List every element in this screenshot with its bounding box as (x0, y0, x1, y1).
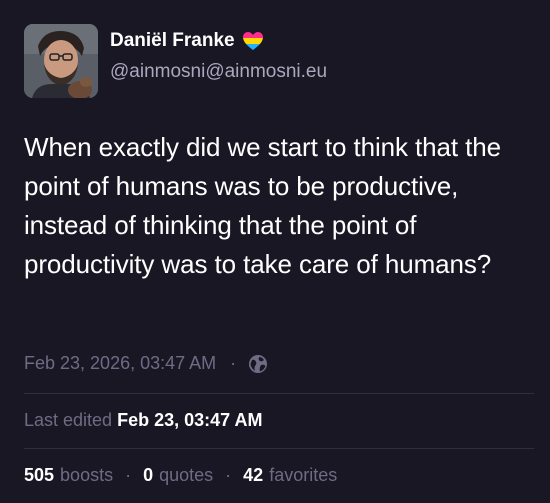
favorites-label: favorites (269, 465, 338, 485)
display-name-text: Daniël Franke (110, 30, 235, 51)
post-meta: Feb 23, 2026, 03:47 AM · (24, 353, 268, 374)
stats-separator: · (225, 465, 232, 485)
quotes-label: quotes (159, 465, 214, 485)
post-timestamp[interactable]: Feb 23, 2026, 03:47 AM (24, 353, 216, 374)
boosts-label: boosts (60, 465, 114, 485)
edited-date: Feb 23, 03:47 AM (117, 410, 263, 430)
boosts-count: 505 (24, 465, 55, 485)
author-names: Daniël Franke @ainmosni@ainmosni.eu (110, 28, 327, 86)
divider (24, 393, 534, 394)
favorites-count: 42 (243, 465, 264, 485)
author-handle[interactable]: @ainmosni@ainmosni.eu (110, 58, 327, 86)
quotes-stat[interactable]: 0 quotes (143, 465, 213, 486)
divider (24, 448, 534, 449)
favorites-stat[interactable]: 42 favorites (243, 465, 337, 486)
edit-info[interactable]: Last edited Feb 23, 03:47 AM (24, 410, 262, 431)
avatar[interactable] (24, 24, 98, 98)
author-header[interactable]: Daniël Franke @ainmosni@ainmosni.eu (24, 24, 327, 98)
pansexual-heart-icon (242, 31, 264, 51)
edited-label: Last edited (24, 410, 113, 430)
avatar-image (24, 24, 98, 98)
post-detail: Daniël Franke @ainmosni@ainmosni.eu When… (0, 0, 550, 503)
stats-separator: · (125, 465, 132, 485)
author-display-name[interactable]: Daniël Franke (110, 28, 327, 54)
post-stats: 505 boosts · 0 quotes · 42 favorites (24, 465, 337, 486)
boosts-stat[interactable]: 505 boosts (24, 465, 113, 486)
quotes-count: 0 (143, 465, 154, 485)
post-content: When exactly did we start to think that … (24, 132, 501, 279)
meta-separator: · (230, 353, 237, 373)
globe-icon[interactable] (248, 354, 268, 374)
